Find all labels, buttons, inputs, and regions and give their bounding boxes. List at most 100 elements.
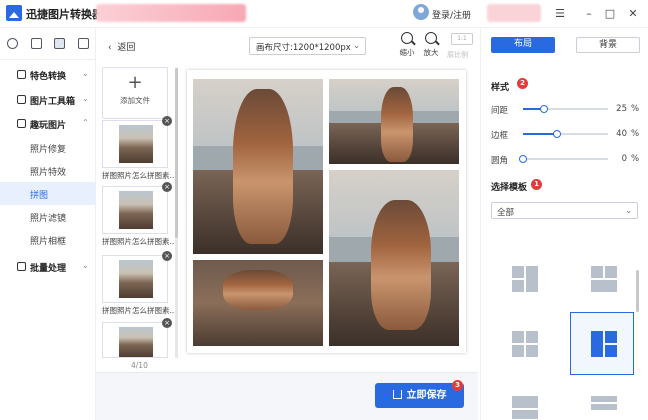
slider-track[interactable]	[523, 130, 608, 138]
style-section-title: 样式	[491, 83, 510, 93]
thumbnail-image	[119, 191, 153, 229]
title-bar: 迅捷图片转换器 登录/注册 ☰ – □ ✕	[0, 0, 648, 28]
template-side-split-icon	[591, 331, 617, 357]
copy-icon[interactable]	[78, 38, 89, 49]
thumbnail-image	[119, 260, 153, 298]
nav-section-special-convert[interactable]: 特色转换 ⌄	[0, 65, 96, 85]
canvas-size-select[interactable]: 画布尺寸:1200*1200px ⌄	[249, 37, 366, 55]
nav-icon-bar	[0, 28, 95, 60]
login-link[interactable]: 登录/注册	[432, 8, 471, 21]
slider-track[interactable]	[519, 155, 608, 163]
zoom-out-label: 缩小	[399, 48, 415, 57]
user-avatar-icon[interactable]	[413, 4, 429, 20]
thumbnail[interactable]: ×	[102, 116, 172, 168]
remove-icon[interactable]: ×	[162, 182, 172, 192]
slider-unit: %	[631, 154, 640, 164]
ratio-button[interactable]: 1:1	[451, 33, 473, 45]
template-option[interactable]	[491, 312, 555, 375]
tab-layout[interactable]: 布局	[491, 37, 555, 53]
template-2x2-icon	[512, 266, 538, 292]
slider-label: 间距	[491, 106, 509, 116]
template-option-selected[interactable]	[570, 312, 634, 375]
nav-item-label: 照片相框	[30, 237, 67, 247]
collage-canvas[interactable]	[187, 70, 466, 353]
slider-track[interactable]	[523, 105, 608, 113]
zoom-in-label: 放大	[423, 48, 439, 57]
nav-item-photo-repair[interactable]: 照片修复	[0, 136, 96, 159]
back-button[interactable]: ‹ 返回	[108, 40, 135, 53]
nav-section-label: 图片工具箱	[30, 97, 76, 107]
thumbnail-scrollbar[interactable]	[175, 68, 178, 358]
thumbnail[interactable]: ×	[102, 251, 172, 303]
square-icon	[17, 95, 26, 104]
square-icon	[17, 70, 26, 79]
minimize-icon[interactable]: –	[580, 5, 598, 23]
spacing-slider[interactable]: 间距 25 %	[491, 102, 641, 116]
nav-item-photo-effects[interactable]: 照片特效	[0, 159, 96, 182]
chevron-up-icon: ⌃	[82, 118, 89, 127]
template-option[interactable]	[491, 247, 555, 310]
collage-photo[interactable]	[329, 170, 459, 346]
tab-background[interactable]: 背景	[576, 37, 640, 53]
nav-section-fun-images[interactable]: 趣玩图片 ⌃	[0, 114, 96, 134]
nav-section-label: 趣玩图片	[30, 121, 67, 131]
zoom-out-button[interactable]: 缩小	[398, 32, 416, 58]
promo-banner[interactable]	[96, 4, 246, 22]
slider-value: 40	[616, 129, 627, 139]
remove-icon[interactable]: ×	[162, 251, 172, 261]
collage-photo[interactable]	[193, 260, 323, 346]
thumbnail[interactable]: ×	[102, 318, 172, 358]
collage-photo[interactable]	[193, 79, 323, 254]
add-file-button[interactable]: + 添加文件	[102, 67, 168, 119]
thumbnail-image	[119, 125, 153, 163]
nav-section-batch[interactable]: 批量处理 ⌄	[0, 257, 96, 277]
nav-item-collage[interactable]: 拼图	[0, 182, 96, 205]
step-badge-3: 3	[452, 380, 463, 391]
nav-item-label: 照片滤镜	[30, 214, 67, 224]
save-button[interactable]: 立即保存	[375, 383, 464, 408]
close-icon[interactable]: ✕	[624, 5, 642, 23]
template-scrollbar[interactable]	[636, 270, 639, 312]
corner-radius-slider[interactable]: 圆角 0 %	[491, 152, 641, 166]
template-grid-icon	[512, 396, 538, 419]
slider-handle[interactable]	[519, 155, 527, 163]
zoom-out-icon	[401, 32, 413, 44]
template-top-split-icon	[591, 266, 617, 292]
remove-icon[interactable]: ×	[162, 318, 172, 328]
template-filter-value: 全部	[497, 208, 515, 218]
template-option[interactable]	[491, 377, 555, 420]
settings-icon[interactable]	[7, 38, 18, 49]
slider-handle[interactable]	[553, 130, 561, 138]
thumbnail[interactable]: ×	[102, 182, 172, 234]
plus-icon: +	[127, 72, 143, 93]
zoom-in-button[interactable]: 放大	[422, 32, 440, 58]
chevron-down-icon: ⌄	[625, 206, 632, 215]
collage-photo[interactable]	[329, 79, 459, 164]
remove-icon[interactable]: ×	[162, 116, 172, 126]
thumbnail-caption: 拼图照片怎么拼图素...	[102, 171, 174, 180]
thumbnail-image	[119, 327, 153, 357]
chevron-down-icon: ⌄	[353, 41, 360, 50]
nav-item-photo-frame[interactable]: 照片相框	[0, 228, 96, 251]
slider-handle[interactable]	[540, 105, 549, 113]
app-logo-icon	[6, 5, 22, 21]
back-label: 返回	[117, 43, 136, 53]
app-title: 迅捷图片转换器	[26, 8, 103, 21]
chevron-left-icon: ‹	[108, 43, 118, 53]
nav-item-photo-filter[interactable]: 照片滤镜	[0, 205, 96, 228]
nav-section-toolbox[interactable]: 图片工具箱 ⌄	[0, 90, 96, 110]
chevron-down-icon: ⌄	[82, 261, 89, 270]
maximize-icon[interactable]: □	[601, 5, 619, 23]
slider-label: 边框	[491, 131, 509, 141]
menu-icon[interactable]: ☰	[551, 5, 569, 23]
vip-button[interactable]	[487, 4, 541, 22]
image-icon[interactable]	[54, 38, 65, 49]
template-filter-select[interactable]: 全部 ⌄	[491, 202, 638, 219]
window-icon[interactable]	[31, 38, 42, 49]
template-option[interactable]	[570, 377, 634, 420]
step-badge-2: 2	[517, 78, 528, 89]
border-slider[interactable]: 边框 40 %	[491, 127, 641, 141]
template-option[interactable]	[570, 247, 634, 310]
nav-item-label: 照片修复	[30, 145, 67, 155]
add-file-label: 添加文件	[120, 96, 150, 105]
